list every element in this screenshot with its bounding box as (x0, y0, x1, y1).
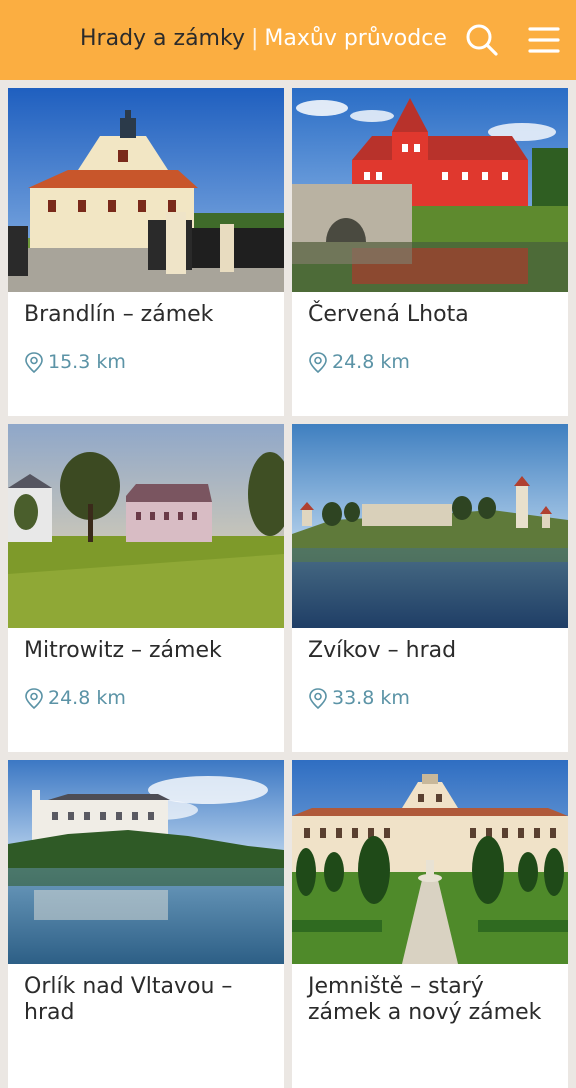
app-subtitle: Maxův průvodce (264, 26, 447, 51)
red-chateau-lake-photo (292, 88, 568, 292)
search-button[interactable] (462, 20, 502, 60)
location-pin-icon (309, 688, 327, 709)
app-title: Hrady a zámky (80, 26, 245, 51)
place-distance: 24.8 km (24, 684, 126, 712)
distance-value: 15.3 km (48, 351, 126, 373)
chateau-park-photo (8, 424, 284, 628)
distance-value: 33.8 km (332, 687, 410, 709)
place-card[interactable]: Jemniště – starý zámek a nový zámek (292, 760, 568, 1088)
place-distance: 15.3 km (24, 348, 126, 376)
search-icon (466, 24, 498, 56)
manor-house-photo (8, 88, 284, 292)
location-pin-icon (309, 352, 327, 373)
distance-value: 24.8 km (48, 687, 126, 709)
hamburger-menu-icon (528, 27, 560, 53)
distance-value: 24.8 km (332, 351, 410, 373)
place-card[interactable]: Orlík nad Vltavou – hrad (8, 760, 284, 1088)
castle-reservoir-photo (8, 760, 284, 964)
place-name: Mitrowitz – zámek (24, 638, 222, 663)
place-name: Orlík nad Vltavou – hrad (24, 974, 233, 1025)
castle-river-photo (292, 424, 568, 628)
location-pin-icon (25, 352, 43, 373)
place-card[interactable]: Červená Lhota 24.8 km (292, 88, 568, 416)
baroque-chateau-garden-photo (292, 760, 568, 964)
place-name: Brandlín – zámek (24, 302, 214, 327)
place-distance: 33.8 km (308, 684, 410, 712)
place-card[interactable]: Brandlín – zámek 15.3 km (8, 88, 284, 416)
location-pin-icon (25, 688, 43, 709)
place-distance: 24.8 km (308, 348, 410, 376)
header-title: Hrady a zámky | Maxův průvodce (80, 24, 447, 54)
menu-button[interactable] (524, 20, 564, 60)
place-card[interactable]: Mitrowitz – zámek 24.8 km (8, 424, 284, 752)
place-name: Červená Lhota (308, 302, 469, 327)
place-name: Zvíkov – hrad (308, 638, 457, 663)
place-name: Jemniště – starý zámek a nový zámek (308, 974, 542, 1025)
place-card[interactable]: Zvíkov – hrad 33.8 km (292, 424, 568, 752)
title-separator: | (250, 26, 259, 51)
app-header: Hrady a zámky | Maxův průvodce (0, 0, 576, 80)
